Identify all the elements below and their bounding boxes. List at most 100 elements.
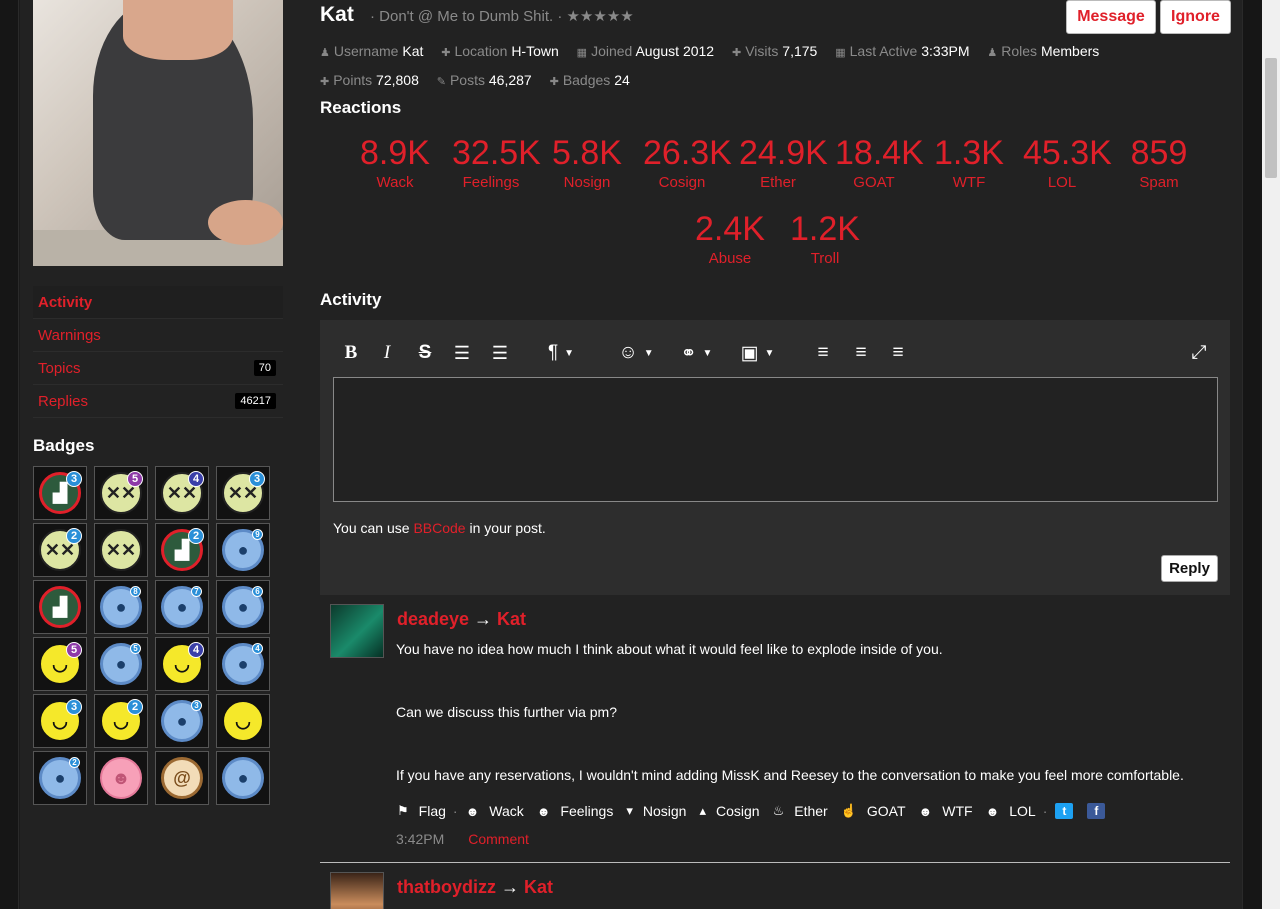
wtf-action[interactable]: ☻ WTF bbox=[919, 803, 973, 819]
chat-badge[interactable]: ● 7 bbox=[155, 580, 209, 634]
reaction-label: Ether bbox=[760, 174, 796, 191]
dead-badge[interactable]: ✕✕ bbox=[94, 523, 148, 577]
cake-badge[interactable]: ▟ 3 bbox=[33, 466, 87, 520]
bold-icon[interactable]: B bbox=[340, 338, 362, 368]
avatar[interactable] bbox=[330, 872, 384, 909]
chat-badge[interactable]: ● 8 bbox=[94, 580, 148, 634]
chat-badge[interactable]: ● 9 bbox=[216, 523, 270, 577]
image-icon[interactable]: ▣ ▼ bbox=[735, 338, 780, 368]
laugh-badge[interactable]: ◡ 3 bbox=[33, 694, 87, 748]
laugh-badge[interactable]: ◡ bbox=[216, 694, 270, 748]
lol-action[interactable]: ☻ LOL bbox=[986, 803, 1036, 819]
roles-icon: ♟ bbox=[987, 47, 998, 59]
meta-username: ♟ Username Kat bbox=[320, 43, 424, 59]
flag-action[interactable]: ⚑ Flag bbox=[397, 803, 446, 819]
badge-count: 5 bbox=[127, 471, 143, 487]
author-link[interactable]: deadeye bbox=[397, 609, 469, 629]
user-icon: ♟ bbox=[320, 47, 330, 59]
badge-grid: ▟ 3 ✕✕ 5 ✕✕ 4 ✕✕ 3 ✕✕ 2 ✕✕ ▟ 2 ● 9 ▟ ● 8 ● 7 ● 6 ◡ 5 ● 5 ◡ 4 ● 4 ◡ 3 ◡ 2 ●… bbox=[33, 466, 270, 805]
activity-textarea[interactable] bbox=[333, 377, 1218, 502]
badge-count: 4 bbox=[252, 643, 263, 654]
comment-meta: 3:42PM Comment bbox=[396, 831, 529, 847]
meta-points: ✚ Points 72,808 bbox=[320, 72, 419, 88]
ether-action[interactable]: ♨ Ether bbox=[773, 803, 828, 819]
scrollbar[interactable] bbox=[1262, 0, 1280, 909]
chat-badge[interactable]: ● bbox=[216, 751, 270, 805]
emoji-icon[interactable]: ☺ ▼ bbox=[616, 338, 656, 368]
cake-badge[interactable]: ▟ bbox=[33, 580, 87, 634]
topics-count-badge: 70 bbox=[253, 360, 276, 376]
align-left-icon[interactable]: ≡ bbox=[812, 338, 834, 368]
dead-badge[interactable]: ✕✕ 5 bbox=[94, 466, 148, 520]
comment-body-line: You have no idea how much I think about … bbox=[396, 641, 943, 657]
align-center-icon[interactable]: ≡ bbox=[850, 338, 872, 368]
ordered-list-icon[interactable]: ☰ bbox=[451, 338, 473, 368]
message-button[interactable]: Message bbox=[1066, 0, 1156, 34]
scrollbar-thumb[interactable] bbox=[1265, 58, 1277, 178]
target-link[interactable]: Kat bbox=[497, 609, 526, 629]
strikethrough-icon[interactable]: S bbox=[414, 338, 436, 368]
chat-badge[interactable]: ● 5 bbox=[94, 637, 148, 691]
sidebar-item-warnings[interactable]: Warnings bbox=[33, 319, 283, 352]
cake-badge[interactable]: ▟ 2 bbox=[155, 523, 209, 577]
activity-editor: B I S ☰ ☰ ¶ ▼ ☺ ▼ ⚭ ▼ ▣ ▼ ≡ ≡ ≡ ⤢ You can us… bbox=[320, 320, 1230, 595]
person-badge[interactable]: ☻ bbox=[94, 751, 148, 805]
reaction-value: 1.2K bbox=[790, 210, 860, 248]
sidebar-item-replies[interactable]: Replies 46217 bbox=[33, 385, 283, 418]
link-icon[interactable]: ⚭ ▼ bbox=[675, 338, 718, 368]
profile-tagline: · Don't @ Me to Dumb Shit. · ★★★★★ bbox=[370, 8, 634, 25]
bullet-list-icon[interactable]: ☰ bbox=[489, 338, 511, 368]
laugh-badge[interactable]: ◡ 5 bbox=[33, 637, 87, 691]
reaction-lol: 45.3K LOL bbox=[1023, 134, 1112, 191]
chat-icon: ● bbox=[222, 757, 264, 799]
reaction-value: 26.3K bbox=[643, 134, 732, 172]
reaction-value: 45.3K bbox=[1023, 134, 1112, 172]
dead-badge[interactable]: ✕✕ 2 bbox=[33, 523, 87, 577]
italic-icon[interactable]: I bbox=[378, 338, 396, 368]
wack-action[interactable]: ☻ Wack bbox=[466, 803, 524, 819]
comment-link[interactable]: Comment bbox=[468, 831, 529, 847]
calendar-icon: ▦ bbox=[576, 47, 588, 59]
dead-badge[interactable]: ✕✕ 3 bbox=[216, 466, 270, 520]
book-badge[interactable]: @ bbox=[155, 751, 209, 805]
target-link[interactable]: Kat bbox=[524, 877, 553, 897]
chat-badge[interactable]: ● 4 bbox=[216, 637, 270, 691]
facebook-icon[interactable]: f bbox=[1087, 803, 1106, 819]
reactions-heading: Reactions bbox=[320, 98, 402, 117]
dead-icon: ✕✕ bbox=[100, 529, 142, 571]
author-link[interactable]: thatboydizz bbox=[397, 877, 496, 897]
chat-badge[interactable]: ● 3 bbox=[155, 694, 209, 748]
laugh-badge[interactable]: ◡ 4 bbox=[155, 637, 209, 691]
chat-badge[interactable]: ● 6 bbox=[216, 580, 270, 634]
sidebar-item-activity[interactable]: Activity bbox=[33, 286, 283, 319]
dead-badge[interactable]: ✕✕ 4 bbox=[155, 466, 209, 520]
avatar[interactable] bbox=[330, 604, 384, 658]
visits-icon: ✚ bbox=[731, 47, 742, 59]
reaction-feelings: 32.5K Feelings bbox=[452, 134, 541, 191]
chat-badge[interactable]: ● 2 bbox=[33, 751, 87, 805]
meta-last-active: ▦ Last Active 3:33PM bbox=[835, 43, 970, 59]
fullscreen-icon[interactable]: ⤢ bbox=[1188, 338, 1210, 368]
cosign-action[interactable]: ▴ Cosign bbox=[699, 803, 759, 819]
sidebar-item-topics[interactable]: Topics 70 bbox=[33, 352, 283, 385]
reaction-label: Cosign bbox=[658, 174, 706, 191]
reaction-value: 8.9K bbox=[360, 134, 430, 172]
goat-action[interactable]: ☝ GOAT bbox=[841, 803, 906, 819]
align-right-icon[interactable]: ≡ bbox=[887, 338, 909, 368]
editor-toolbar: B I S ☰ ☰ ¶ ▼ ☺ ▼ ⚭ ▼ ▣ ▼ ≡ ≡ ≡ ⤢ bbox=[332, 338, 1218, 368]
reaction-goat: 18.4K GOAT bbox=[835, 134, 924, 191]
twitter-icon[interactable]: t bbox=[1055, 803, 1074, 819]
bbcode-link[interactable]: BBCode bbox=[413, 520, 465, 536]
laugh-badge[interactable]: ◡ 2 bbox=[94, 694, 148, 748]
nosign-action[interactable]: ▾ Nosign bbox=[626, 803, 686, 819]
ignore-button[interactable]: Ignore bbox=[1160, 0, 1231, 34]
comment-timestamp: 3:42PM bbox=[396, 831, 445, 847]
badge-count: 5 bbox=[66, 642, 82, 658]
reaction-label: WTF bbox=[952, 174, 986, 191]
reply-button[interactable]: Reply bbox=[1161, 555, 1218, 582]
paragraph-format-icon[interactable]: ¶ ▼ bbox=[541, 338, 581, 368]
page-gutter-right bbox=[1242, 0, 1262, 909]
badge-count: 3 bbox=[66, 699, 82, 715]
reaction-label: GOAT bbox=[853, 174, 895, 191]
feelings-action[interactable]: ☻ Feelings bbox=[537, 803, 614, 819]
